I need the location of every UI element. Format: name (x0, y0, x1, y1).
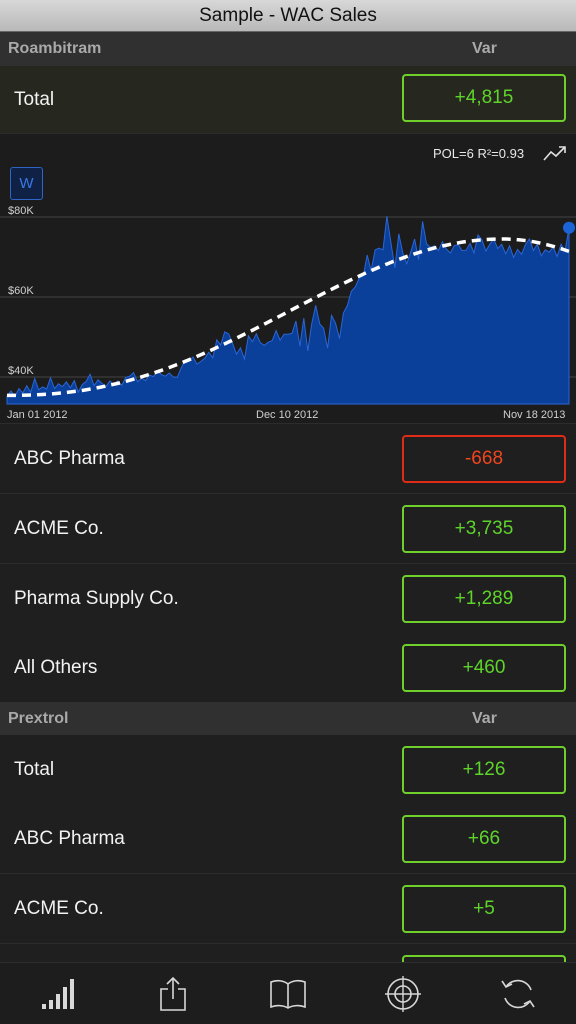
y-tick-label: $40K (8, 365, 34, 377)
tab-refresh[interactable] (488, 969, 548, 1019)
period-week-button[interactable]: W (10, 167, 43, 200)
table-row[interactable]: Pharma Supply Co. +1,289 (0, 564, 576, 634)
share-icon (159, 976, 186, 1011)
table-row[interactable]: ACME Co. +3,735 (0, 494, 576, 564)
tab-library[interactable] (258, 969, 318, 1019)
chart-plot: $80K $60K $40K Jan 01 2012 Dec 10 2012 N… (0, 205, 576, 421)
var-column-header: Var (472, 40, 497, 57)
row-label: ABC Pharma (14, 447, 125, 469)
y-tick-label: $60K (8, 285, 34, 297)
target-icon (385, 975, 422, 1012)
tab-share[interactable] (143, 969, 203, 1019)
row-label: Total (14, 88, 55, 110)
section-header-prextrol: Prextrol Var (0, 702, 576, 736)
tab-bar (0, 962, 576, 1024)
tab-charts[interactable] (28, 969, 88, 1019)
total-row[interactable]: Total +4,815 (0, 66, 576, 134)
section-name: Roambitram (8, 40, 102, 57)
row-label: Pharma Supply Co. (14, 587, 179, 609)
table-row[interactable]: ABC Pharma -668 (0, 424, 576, 494)
total-row[interactable]: Total +126 (0, 735, 576, 805)
x-tick-label: Nov 18 2013 (503, 409, 565, 421)
book-icon (270, 979, 306, 1009)
chart-bars-icon (41, 978, 74, 1009)
table-row[interactable]: ACME Co. +5 (0, 874, 576, 944)
variance-value[interactable]: +4,815 (402, 74, 566, 122)
row-label: ABC Pharma (14, 827, 125, 849)
trend-line-icon[interactable] (542, 143, 568, 163)
tab-target[interactable] (373, 969, 433, 1019)
refresh-icon (501, 979, 536, 1008)
variance-value[interactable]: +66 (402, 815, 566, 863)
latest-data-point[interactable] (563, 221, 575, 234)
var-column-header: Var (472, 710, 497, 727)
x-tick-label: Jan 01 2012 (7, 409, 68, 421)
row-label: All Others (14, 656, 98, 678)
y-tick-label: $80K (8, 205, 34, 217)
fit-statistic: POL=6 R²=0.93 (433, 146, 525, 161)
variance-value[interactable]: +460 (402, 644, 566, 692)
variance-value[interactable]: -668 (402, 435, 566, 483)
variance-value[interactable]: +5 (402, 885, 566, 933)
section-name: Prextrol (8, 710, 69, 727)
sales-chart[interactable]: $80K $60K $40K Jan 01 2012 Dec 10 2012 N… (0, 134, 576, 424)
window-title: Sample - WAC Sales (0, 0, 576, 32)
variance-value[interactable]: +3,735 (402, 505, 566, 553)
table-row[interactable]: All Others +460 (0, 633, 576, 703)
table-row-partial[interactable] (0, 944, 576, 975)
table-row[interactable]: ABC Pharma +66 (0, 804, 576, 874)
row-label: Total (14, 758, 55, 780)
row-label: ACME Co. (14, 517, 104, 539)
x-tick-label: Dec 10 2012 (256, 409, 318, 421)
row-label: ACME Co. (14, 897, 104, 919)
variance-value[interactable]: +126 (402, 746, 566, 794)
section-header-roambitram: Roambitram Var (0, 32, 576, 66)
sales-area (6, 216, 570, 405)
variance-value[interactable]: +1,289 (402, 575, 566, 623)
